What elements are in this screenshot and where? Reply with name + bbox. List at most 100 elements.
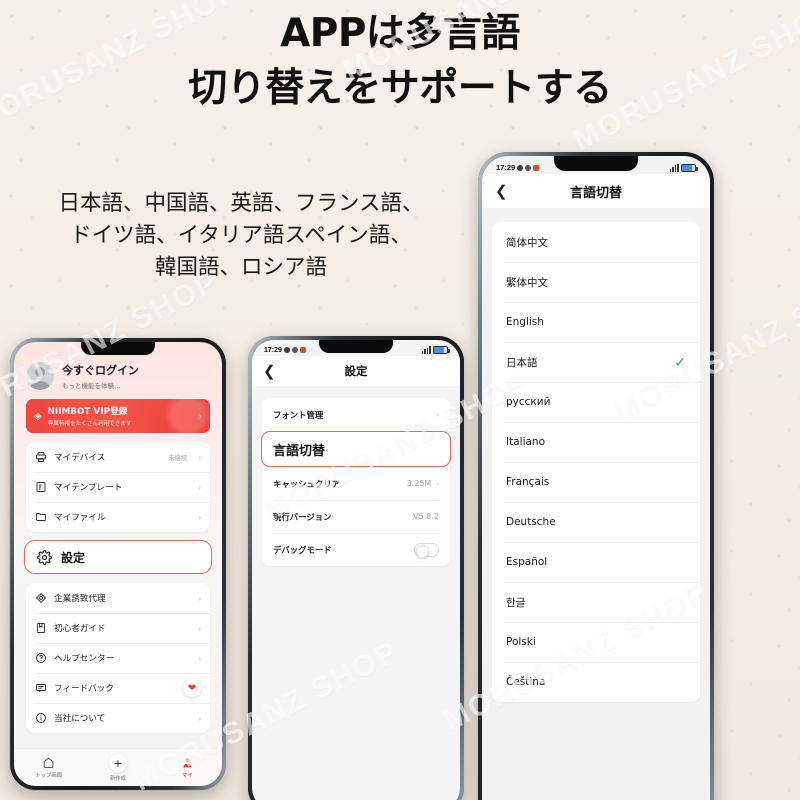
language-row[interactable]: Polski [492,622,700,662]
language-row[interactable]: русский [492,382,700,422]
plus-icon: + [108,753,127,772]
status-left: 17:29 [264,347,306,354]
vip-signup-card[interactable]: ◈ NIIMBOT VIP登録 専属特権をたくさん利用できます › [26,399,210,433]
app-dot-icon [525,164,532,171]
language-row[interactable]: Español [492,542,700,582]
page-title: APPは多言語 切り替えをサポートする [0,6,800,117]
headline-line-1: APPは多言語 [280,11,520,56]
settings-row-debug-mode[interactable]: デバッグモード [262,533,450,566]
chevron-right-icon: › [198,593,201,603]
vip-title: NIIMBOT VIP登録 [47,407,128,417]
heart-icon[interactable]: ❤ [183,679,201,697]
chat-icon [36,684,46,693]
gear-icon [37,549,52,565]
settings-list: フォント管理 › 言語切替 キャッシュクリア 3.25M › 現行バージョン V… [261,398,451,566]
tab-home[interactable]: トップ画面 [14,756,83,779]
menu-label: マイデバイス [54,453,106,463]
tab-label: トップ画面 [35,773,63,779]
language-label: English [506,316,544,328]
row-label: 言語切替 [273,443,326,459]
device-status: 未接続 [168,454,188,462]
phone-mockup-language-list: 17:29 ❮ 言語切替 简体中文繁体中文 English 日本語 ✓ русский I… [478,152,714,800]
menu-label: 企業誘致代理 [54,594,106,604]
menu-label: 当社について [54,714,106,724]
phone-notch [554,156,638,171]
check-icon: ✓ [674,354,686,370]
language-row[interactable]: Italiano [492,422,700,462]
promo-banner: MORUSANZ SHOP MORUSANZ SHOP MORUSANZ SHOP M… [0,0,800,800]
debug-mode-toggle[interactable] [414,542,439,558]
profile-menu-group-1: マイデバイス 未接続 › マイテンプレート › マイファイル › [26,442,210,532]
subheading: 日本語、中国語、英語、フランス語、 ドイツ語、イタリア語スペイン語、 韓国語、ロ… [6,188,476,283]
phone1-screen: 今すぐログイン もっと機能を体験… ◈ NIIMBOT VIP登録 専属特権をた… [14,342,222,786]
folder-icon [36,513,46,521]
phone-mockup-settings: 17:29 ❮ 設定 フォント管理 › 言語切替 キャッシュクリア 3.25M … [248,336,464,800]
vip-subtitle: 専属特権をたくさん利用できます [47,421,132,427]
home-icon [43,757,54,768]
tab-mine[interactable]: マイ [153,756,222,779]
tab-label: 新作成 [109,775,127,782]
language-list: 简体中文繁体中文 English 日本語 ✓ русский Italiano França… [492,222,700,702]
language-row[interactable]: English [492,302,700,342]
bottom-tabbar: トップ画面 + 新作成 マイ [14,748,222,786]
menu-item-feedback[interactable]: フィードバック ❤ [26,673,210,703]
menu-label: マイファイル [54,513,106,523]
profile-menu-group-2: 企業誘致代理 › 初心者ガイド › ヘルプセンター › フィードバック ❤ 当社… [26,583,210,733]
language-row[interactable]: Čeština [492,662,700,702]
language-label: Deutsche [506,516,556,528]
menu-item-beginner-guide[interactable]: 初心者ガイド › [26,613,210,643]
language-row[interactable]: Deutsche [492,502,700,542]
nav-bar: ❮ 言語切替 [482,174,710,208]
question-icon [36,653,46,663]
phone3-screen: 17:29 ❮ 言語切替 简体中文繁体中文 English 日本語 ✓ русский I… [482,156,710,800]
language-row[interactable]: 繁体中文 [492,262,700,302]
language-row[interactable]: 简体中文 [492,222,700,262]
info-icon [36,713,46,723]
menu-item-help-center[interactable]: ヘルプセンター › [26,643,210,673]
language-row[interactable]: Français [492,462,700,502]
battery-icon [433,346,450,354]
menu-label: マイテンプレート [54,483,123,493]
settings-row-clear-cache[interactable]: キャッシュクリア 3.25M › [262,467,450,500]
chevron-right-icon: › [198,623,201,633]
settings-row-language-switch[interactable]: 言語切替 [261,431,451,467]
menu-item-about-us[interactable]: 当社について › [26,703,210,733]
chevron-right-icon: › [198,713,201,723]
language-label: Čeština [506,676,546,688]
row-label: デバッグモード [273,544,332,555]
settings-row-current-version: 現行バージョン V5.8.2 [262,500,450,533]
chevron-right-icon: › [436,479,439,488]
book-icon [37,623,45,633]
chevron-right-icon: › [199,411,202,421]
row-label: キャッシュクリア [273,478,340,489]
language-row[interactable]: 한글 [492,582,700,622]
language-label: 繁体中文 [506,276,548,289]
menu-item-my-device[interactable]: マイデバイス 未接続 › [26,442,210,472]
menu-item-settings-highlighted[interactable]: 設定 [24,540,212,574]
language-label: 日本語 [506,356,538,369]
phone-notch [81,342,155,355]
chevron-right-icon: › [198,653,201,663]
language-label: Polski [506,636,536,648]
subheading-line-3: 韓国語、ロシア語 [154,254,327,280]
status-time: 17:29 [496,163,516,172]
menu-item-my-file[interactable]: マイファイル › [26,502,210,532]
user-avatar-icon [26,362,54,390]
app-dot-icon [283,347,290,353]
chevron-right-icon: › [436,410,439,419]
app-dot-icon [517,164,524,171]
language-row[interactable]: 日本語 ✓ [492,342,700,382]
settings-row-font-manage[interactable]: フォント管理 › [262,398,450,431]
menu-item-my-template[interactable]: マイテンプレート › [26,472,210,502]
chevron-right-icon: › [198,482,201,492]
signal-icon [669,163,679,172]
signal-icon [421,346,431,354]
status-right [421,346,450,354]
menu-item-agency[interactable]: 企業誘致代理 › [26,583,210,613]
tab-create[interactable]: + 新作成 [83,753,152,782]
language-label: 简体中文 [506,236,548,249]
version-value: V5.8.2 [413,512,439,521]
language-label: русский [506,396,551,408]
status-time: 17:29 [264,346,282,354]
status-left: 17:29 [496,163,540,172]
